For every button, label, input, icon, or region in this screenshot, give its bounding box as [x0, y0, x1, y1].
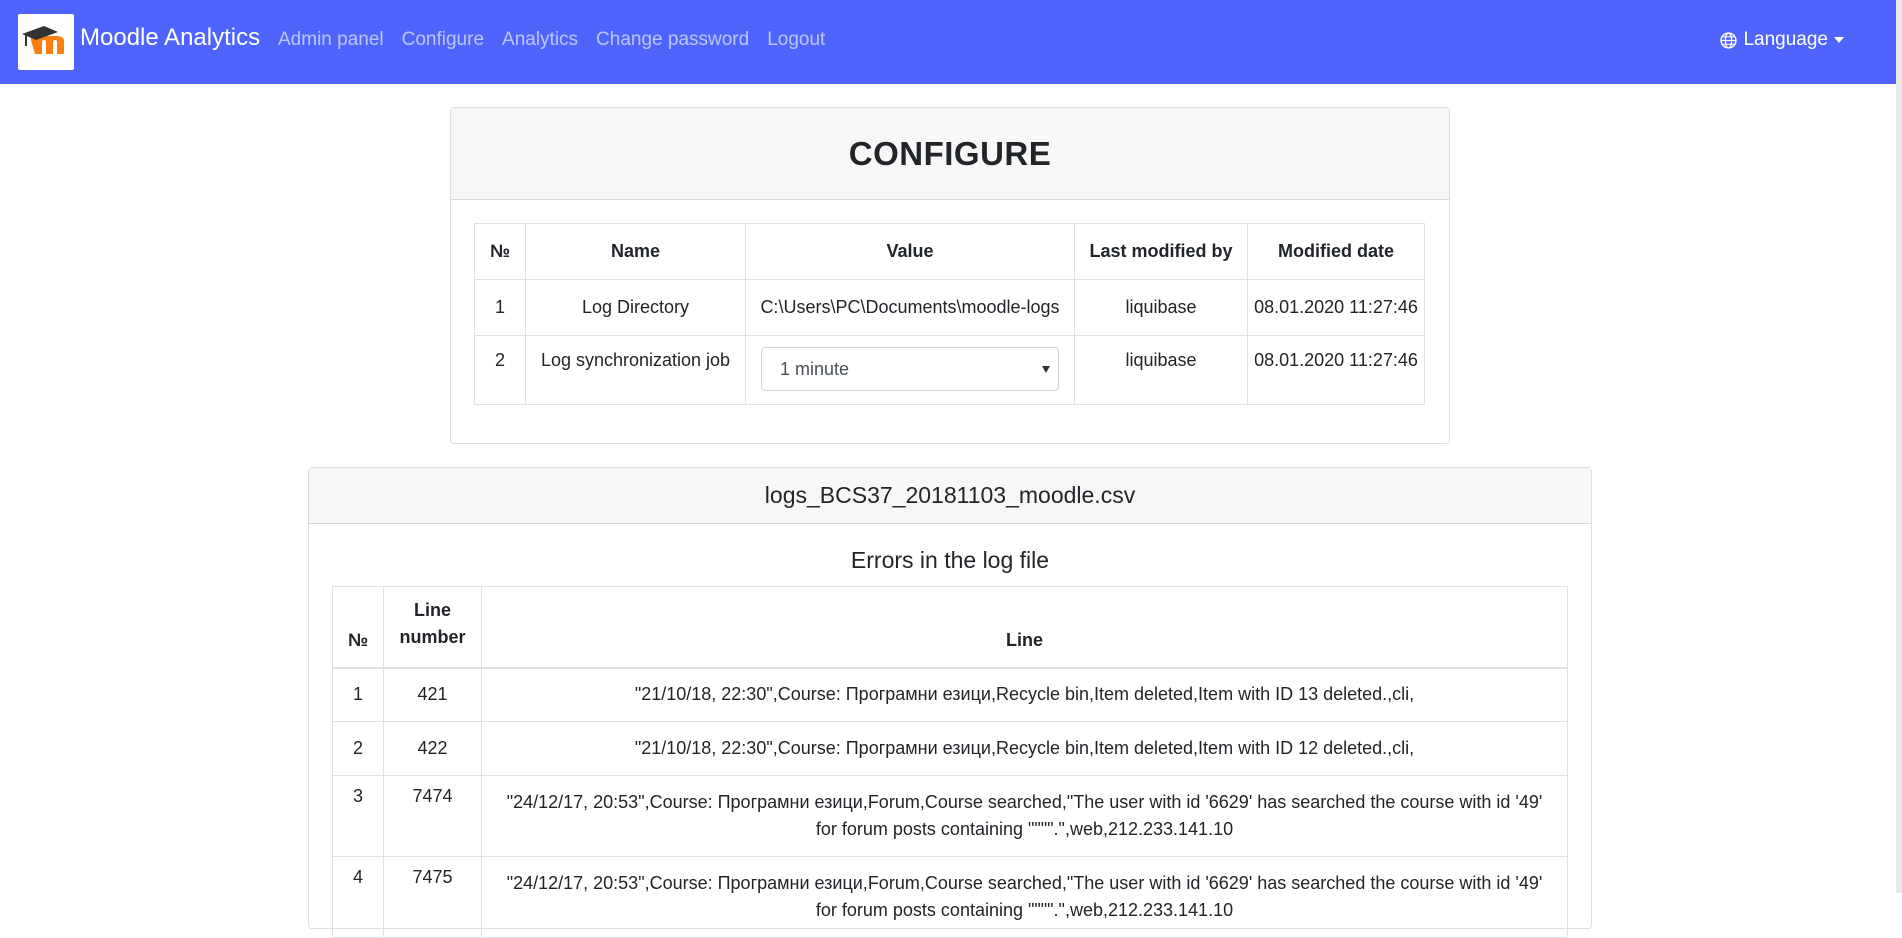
language-dropdown[interactable]: Language	[1720, 29, 1844, 51]
row-line-number: 7474	[383, 775, 482, 857]
col-name: Name	[525, 223, 746, 280]
col-line-number: Line number	[383, 586, 482, 669]
row-date: 08.01.2020 11:27:46	[1247, 335, 1425, 405]
table-row: 4 7475 "24/12/17, 20:53",Course: Програм…	[332, 856, 1568, 938]
row-no: 3	[332, 775, 384, 857]
row-date: 08.01.2020 11:27:46	[1247, 279, 1425, 336]
table-row: 1 Log Directory C:\Users\PC\Documents\mo…	[474, 279, 1425, 336]
sync-interval-value: 1 minute	[780, 358, 850, 379]
row-name: Log Directory	[525, 279, 746, 336]
row-no: 2	[332, 721, 384, 776]
col-no: №	[474, 223, 526, 280]
table-row: 2 Log synchronization job 1 minute liqui…	[474, 335, 1425, 405]
col-line: Line	[481, 586, 1568, 669]
logfile-card: logs_BCS37_20181103_moodle.csv Errors in…	[308, 467, 1592, 938]
row-name: Log synchronization job	[525, 335, 746, 405]
configure-card: CONFIGURE № Name Value Last modified by …	[450, 107, 1450, 444]
config-table: № Name Value Last modified by Modified d…	[474, 223, 1425, 405]
col-modified-date: Modified date	[1247, 223, 1425, 280]
col-value: Value	[745, 223, 1075, 280]
row-line: "21/10/18, 22:30",Course: Програмни езиц…	[481, 667, 1568, 722]
nav-logout[interactable]: Logout	[767, 29, 825, 51]
col-last-modified-by: Last modified by	[1074, 223, 1248, 280]
row-modified-by: liquibase	[1074, 279, 1248, 336]
page-title: CONFIGURE	[848, 134, 1052, 172]
caret-down-icon	[1042, 365, 1050, 373]
nav-admin-panel[interactable]: Admin panel	[278, 29, 384, 51]
row-line: "24/12/17, 20:53",Course: Програмни езиц…	[481, 775, 1568, 857]
caret-down-icon	[1834, 37, 1844, 43]
row-modified-by: liquibase	[1074, 335, 1248, 405]
row-line-number: 421	[383, 667, 482, 722]
brand-title[interactable]: Moodle Analytics	[80, 24, 260, 52]
navbar: Moodle Analytics Admin panel Configure A…	[0, 0, 1902, 84]
nav-analytics[interactable]: Analytics	[502, 29, 578, 51]
row-line: "21/10/18, 22:30",Course: Програмни езиц…	[481, 721, 1568, 776]
row-value: C:\Users\PC\Documents\moodle-logs	[745, 279, 1075, 336]
table-row: 2 422 "21/10/18, 22:30",Course: Програмн…	[332, 721, 1568, 776]
row-line-number: 422	[383, 721, 482, 776]
nav-change-password[interactable]: Change password	[596, 29, 749, 51]
scrollbar[interactable]	[1896, 0, 1902, 893]
row-no: 4	[332, 856, 384, 938]
globe-icon	[1720, 31, 1738, 49]
sync-interval-select[interactable]: 1 minute	[761, 347, 1059, 391]
row-no: 2	[474, 335, 526, 405]
row-line: "24/12/17, 20:53",Course: Програмни езиц…	[481, 856, 1568, 938]
row-line-number: 7475	[383, 856, 482, 938]
table-row: 1 421 "21/10/18, 22:30",Course: Програмн…	[332, 667, 1568, 722]
configure-header: CONFIGURE	[451, 108, 1449, 200]
row-no: 1	[332, 667, 384, 722]
errors-table: № Line number Line 1 421 "21/10/18, 22:3…	[332, 586, 1568, 938]
col-no: №	[332, 586, 384, 669]
table-row: 3 7474 "24/12/17, 20:53",Course: Програм…	[332, 775, 1568, 857]
row-no: 1	[474, 279, 526, 336]
errors-title: Errors in the log file	[850, 547, 1050, 573]
language-label: Language	[1743, 29, 1828, 50]
row-value-cell: 1 minute	[745, 335, 1075, 405]
logfile-name: logs_BCS37_20181103_moodle.csv	[309, 468, 1591, 524]
nav-configure[interactable]: Configure	[402, 29, 484, 51]
moodle-logo[interactable]	[18, 14, 74, 70]
